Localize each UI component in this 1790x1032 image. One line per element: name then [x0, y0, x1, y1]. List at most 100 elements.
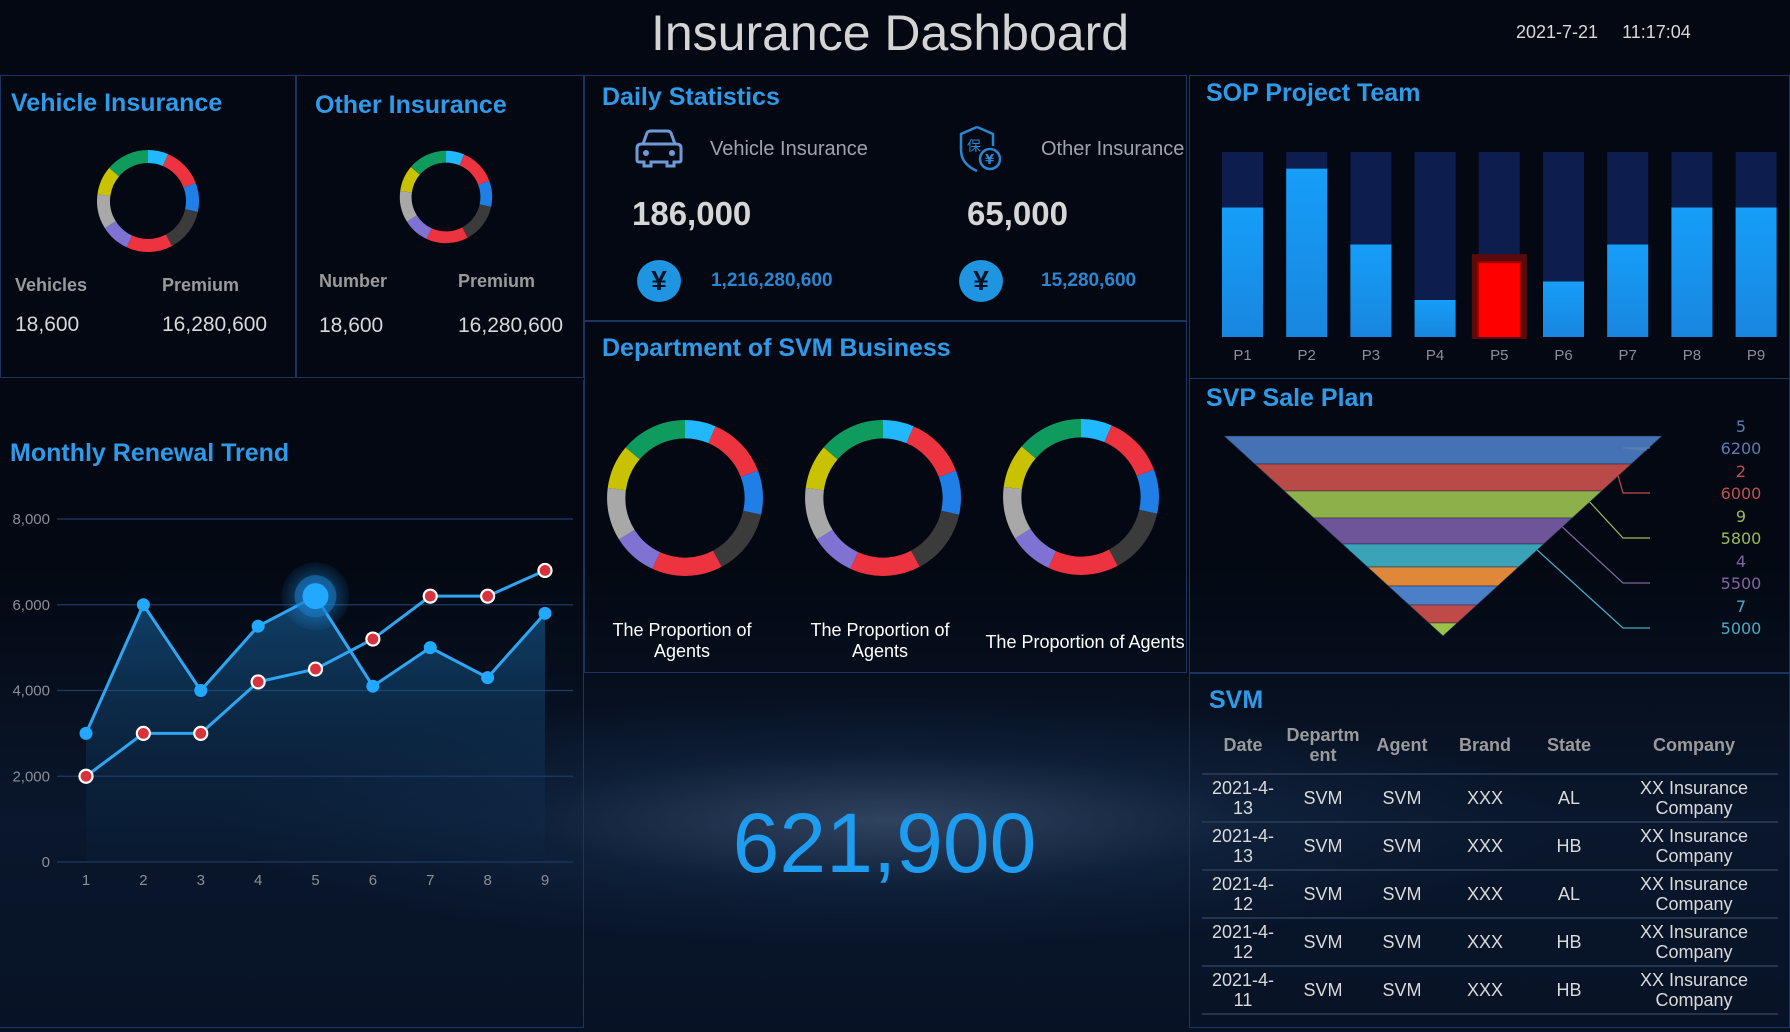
- funnel-leader-line: [1561, 526, 1650, 584]
- vehicle-insurance-panel: Vehicle Insurance Vehicles Premium 18,60…: [0, 75, 296, 378]
- funnel-label-value: 5800: [1721, 529, 1762, 548]
- series-a-point[interactable]: [194, 684, 208, 697]
- bar[interactable]: [1222, 207, 1263, 338]
- bar[interactable]: [1543, 281, 1584, 338]
- table-row[interactable]: 2021-4-12 SVM SVM XXX AL XX Insurance Company: [1202, 869, 1778, 918]
- series-b-point[interactable]: [422, 588, 438, 604]
- cell-agent: SVM: [1362, 869, 1442, 918]
- donut-segment[interactable]: [459, 154, 490, 185]
- funnel-segment[interactable]: [1223, 435, 1663, 465]
- cell-state: AL: [1528, 773, 1610, 822]
- series-a-point[interactable]: [366, 679, 380, 693]
- series-b-point[interactable]: [365, 631, 381, 647]
- table-row[interactable]: 2021-4-11 SVM SVM XXX HB XX Insurance Company: [1202, 965, 1778, 1015]
- series-b-point[interactable]: [537, 562, 553, 579]
- cell-state: HB: [1528, 821, 1610, 870]
- funnel-segment[interactable]: [1366, 566, 1520, 587]
- donut-segment[interactable]: [823, 420, 883, 460]
- donut-segment[interactable]: [126, 234, 173, 252]
- series-b-point[interactable]: [135, 725, 151, 741]
- y-tick-label: 2,000: [12, 768, 50, 785]
- donut-segment[interactable]: [162, 154, 196, 188]
- donut-segment[interactable]: [850, 550, 920, 576]
- yen-icon: ¥: [959, 260, 1003, 302]
- donut-segment[interactable]: [165, 209, 198, 246]
- cell-department: SVM: [1284, 917, 1362, 966]
- agent-proportion-donut-2: [805, 420, 961, 576]
- donut-segment[interactable]: [462, 204, 492, 238]
- donut-segment[interactable]: [1104, 425, 1154, 476]
- bar[interactable]: [1414, 300, 1456, 337]
- series-a-point[interactable]: [481, 671, 495, 685]
- funnel-segment[interactable]: [1387, 585, 1499, 606]
- series-b-point[interactable]: [250, 674, 266, 690]
- bar[interactable]: [1350, 244, 1392, 338]
- vehicles-label: Vehicles: [15, 275, 88, 295]
- donut-segment[interactable]: [652, 550, 722, 576]
- cell-date: 2021-4-12: [1202, 869, 1284, 918]
- table-header-row: Date Department Agent Brand State Compan…: [1202, 722, 1778, 774]
- donut-segment[interactable]: [426, 227, 468, 244]
- series-a-point[interactable]: [538, 606, 552, 620]
- other-insurance-money: 15,280,600: [1041, 270, 1137, 291]
- bar[interactable]: [1286, 168, 1328, 337]
- donut-segment[interactable]: [183, 183, 199, 212]
- series-a-point[interactable]: [79, 726, 93, 740]
- donut-segment[interactable]: [109, 150, 148, 177]
- funnel-segment[interactable]: [1427, 622, 1459, 637]
- y-tick-label: 8,000: [12, 511, 50, 528]
- bar[interactable]: [1478, 263, 1520, 337]
- total-big-number: 621,900: [732, 796, 1037, 890]
- other-insurance-count: 65,000: [967, 195, 1068, 232]
- funnel-segment[interactable]: [1253, 463, 1633, 492]
- series-a-point[interactable]: [302, 583, 329, 610]
- series-a-area: [86, 596, 545, 862]
- series-b-point[interactable]: [193, 725, 209, 741]
- donut-segment[interactable]: [1109, 509, 1158, 566]
- funnel-segment[interactable]: [1341, 543, 1545, 568]
- series-b-point[interactable]: [307, 661, 324, 677]
- sop-project-chart: P1 P2 P3 P4 P5 P6 P7 P8 P9: [1222, 152, 1777, 364]
- donut-segment[interactable]: [410, 150, 446, 175]
- donut-segment[interactable]: [607, 487, 635, 540]
- donut-segment[interactable]: [708, 426, 758, 477]
- cell-date: 2021-4-12: [1202, 917, 1284, 966]
- x-tick-label: 5: [311, 872, 319, 889]
- funnel-segment[interactable]: [1313, 517, 1573, 545]
- series-b-point[interactable]: [78, 768, 94, 784]
- funnel-segment[interactable]: [1408, 604, 1478, 624]
- donut-segment[interactable]: [906, 426, 956, 477]
- donut-segment[interactable]: [1048, 549, 1118, 575]
- donut-segment[interactable]: [911, 510, 960, 567]
- funnel-segment[interactable]: [1283, 490, 1603, 519]
- donut-segment[interactable]: [713, 510, 762, 567]
- donut-segment[interactable]: [805, 487, 833, 540]
- bar[interactable]: [1607, 244, 1649, 338]
- donut-caption-2: The Proportion of Agents: [810, 620, 950, 661]
- column-header-company: Company: [1652, 735, 1735, 755]
- donut-segment[interactable]: [478, 180, 493, 207]
- donut-segment[interactable]: [625, 420, 685, 460]
- series-a-point[interactable]: [423, 641, 437, 655]
- x-tick-label: 9: [541, 872, 549, 889]
- bar[interactable]: [1671, 207, 1713, 338]
- series-b-point[interactable]: [480, 588, 496, 604]
- table-row[interactable]: 2021-4-12 SVM SVM XXX HB XX Insurance Company: [1202, 917, 1778, 966]
- cell-company: XX Insurance Company: [1610, 917, 1778, 966]
- donut-segment[interactable]: [1003, 486, 1031, 539]
- donut-segment[interactable]: [1021, 419, 1081, 459]
- table-row[interactable]: 2021-4-13 SVM SVM XXX HB XX Insurance Company: [1202, 821, 1778, 870]
- cell-state: HB: [1528, 917, 1610, 966]
- cell-department: SVM: [1284, 869, 1362, 918]
- bar-category-label: P6: [1554, 347, 1572, 364]
- bar-category-label: P3: [1362, 347, 1380, 364]
- donut-segment[interactable]: [938, 470, 961, 515]
- donut-segment[interactable]: [1136, 469, 1159, 514]
- bar[interactable]: [1735, 207, 1777, 338]
- other-insurance-donut: [399, 150, 493, 244]
- series-a-point[interactable]: [136, 598, 150, 612]
- table-row[interactable]: 2021-4-13 SVM SVM XXX AL XX Insurance Company: [1202, 773, 1778, 822]
- series-a-point[interactable]: [251, 619, 265, 633]
- donut-segment[interactable]: [740, 470, 763, 515]
- bar-category-label: P2: [1298, 347, 1316, 364]
